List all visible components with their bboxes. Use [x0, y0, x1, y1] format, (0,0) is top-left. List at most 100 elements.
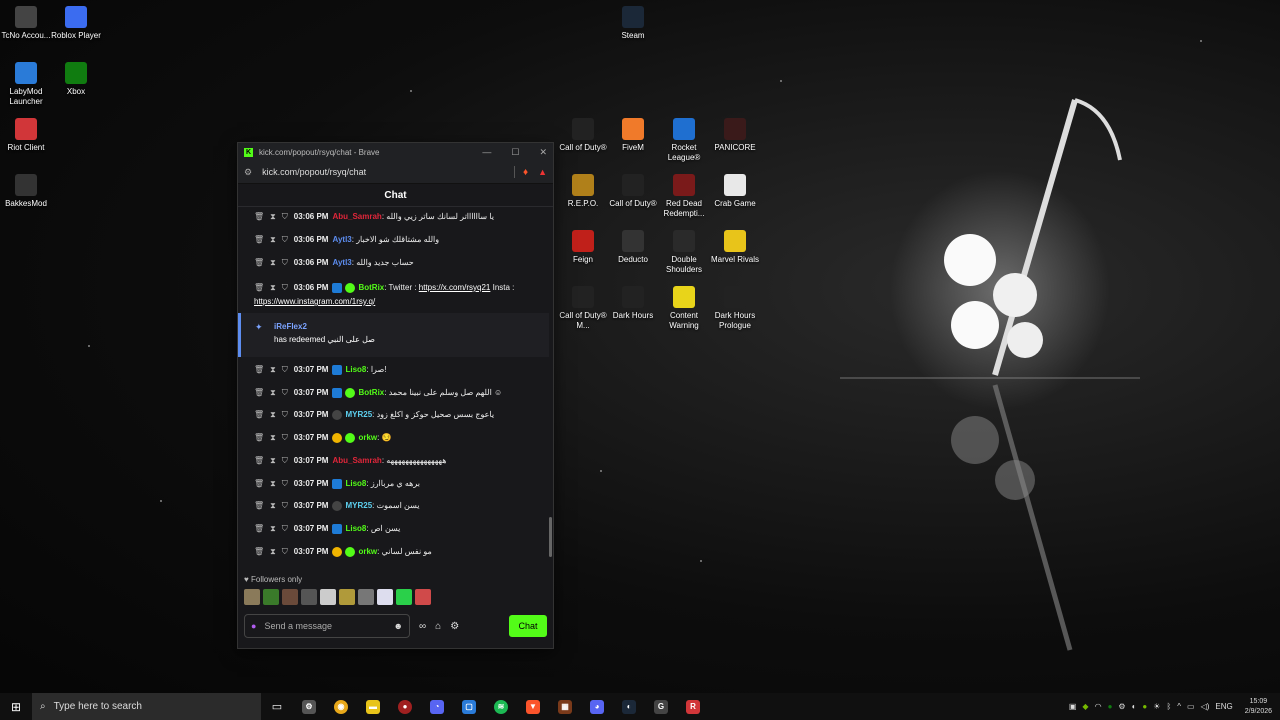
- message-username[interactable]: Liso8: [345, 479, 366, 488]
- desktop-icon[interactable]: Double Shoulders: [658, 230, 710, 275]
- emote-button[interactable]: [320, 589, 336, 605]
- maximize-icon[interactable]: ☐: [511, 147, 519, 158]
- message-placeholder[interactable]: Send a message: [264, 621, 332, 631]
- delete-message-icon[interactable]: 🗑: [254, 258, 264, 267]
- record-app-icon[interactable]: ●: [389, 693, 421, 720]
- brave-popup-window[interactable]: K kick.com/popout/rsyq/chat - Brave — ☐ …: [237, 142, 554, 649]
- message-username[interactable]: BotRix: [358, 283, 384, 292]
- emote-button[interactable]: [282, 589, 298, 605]
- desktop-icon[interactable]: LabyMod Launcher: [0, 62, 52, 107]
- delete-message-icon[interactable]: 🗑: [254, 433, 264, 442]
- ban-icon[interactable]: ⛉: [282, 433, 288, 442]
- timeout-icon[interactable]: ⧗: [270, 388, 276, 397]
- emote-button[interactable]: [415, 589, 431, 605]
- url-text[interactable]: kick.com/popout/rsyq/chat: [262, 167, 366, 177]
- chat-send-button[interactable]: Chat: [509, 615, 547, 637]
- timeout-icon[interactable]: ⧗: [270, 501, 276, 510]
- nvidia-icon[interactable]: ◆: [1082, 702, 1088, 711]
- desktop-icon[interactable]: R.E.P.O.: [557, 174, 609, 209]
- desktop-icon[interactable]: FiveM: [607, 118, 659, 153]
- delete-message-icon[interactable]: 🗑: [254, 547, 264, 556]
- message-username[interactable]: Aytl3: [332, 235, 351, 244]
- address-bar[interactable]: ⚙ kick.com/popout/rsyq/chat ♦ ▲: [238, 161, 553, 184]
- emote-bar[interactable]: [244, 589, 431, 605]
- emote-button[interactable]: [244, 589, 260, 605]
- timeout-icon[interactable]: ⧗: [270, 547, 276, 556]
- app-window-icon[interactable]: ▢: [453, 693, 485, 720]
- message-input[interactable]: ● Send a message ☻: [244, 614, 410, 638]
- minimize-icon[interactable]: —: [482, 147, 491, 158]
- message-link[interactable]: https://www.instagram.com/1rsy.q/: [254, 297, 375, 306]
- riot-taskbar-icon[interactable]: R: [677, 693, 709, 720]
- desktop-icon[interactable]: PANICORE: [709, 118, 761, 153]
- delete-message-icon[interactable]: 🗑: [254, 410, 264, 419]
- desktop-icon[interactable]: Call of Duty®: [557, 118, 609, 153]
- desktop-icon[interactable]: Riot Client: [0, 118, 52, 153]
- discord-icon[interactable]: ◕: [581, 693, 613, 720]
- desktop-icon[interactable]: Deducto: [607, 230, 659, 265]
- volume-icon[interactable]: ◁): [1201, 702, 1210, 711]
- brightness-icon[interactable]: ☀: [1153, 702, 1160, 711]
- timeout-icon[interactable]: ⧗: [270, 283, 276, 292]
- desktop-icon[interactable]: Steam: [607, 6, 659, 41]
- delete-message-icon[interactable]: 🗑: [254, 524, 264, 533]
- ban-icon[interactable]: ⛉: [282, 212, 288, 221]
- steam-taskbar-icon[interactable]: ◐: [613, 693, 645, 720]
- message-username[interactable]: Liso8: [345, 524, 366, 533]
- emote-button[interactable]: [263, 589, 279, 605]
- search-placeholder[interactable]: Type here to search: [54, 701, 142, 712]
- chrome-icon[interactable]: ◉: [325, 693, 357, 720]
- steam-tray-icon[interactable]: ◐: [1132, 702, 1137, 711]
- delete-message-icon[interactable]: 🗑: [254, 283, 264, 292]
- bluetooth-icon[interactable]: ᛒ: [1166, 702, 1171, 711]
- settings-app-icon[interactable]: ⚙: [293, 693, 325, 720]
- desktop-icon[interactable]: Roblox Player: [50, 6, 102, 41]
- discord-active-icon[interactable]: ◔: [421, 693, 453, 720]
- ban-icon[interactable]: ⛉: [282, 258, 288, 267]
- microphone-icon[interactable]: ●: [251, 621, 256, 631]
- delete-message-icon[interactable]: 🗑: [254, 456, 264, 465]
- desktop-icon[interactable]: Call of Duty®: [607, 174, 659, 209]
- ban-icon[interactable]: ⛉: [282, 283, 288, 292]
- desktop-icon[interactable]: Call of Duty® M...: [557, 286, 609, 331]
- timeout-icon[interactable]: ⧗: [270, 456, 276, 465]
- timeout-icon[interactable]: ⧗: [270, 235, 276, 244]
- ban-icon[interactable]: ⛉: [282, 235, 288, 244]
- headset-icon[interactable]: ◠: [1095, 702, 1102, 711]
- emote-button[interactable]: [358, 589, 374, 605]
- desktop-icon[interactable]: BakkesMod: [0, 174, 52, 209]
- desktop-icon[interactable]: Marvel Rivals: [709, 230, 761, 265]
- desktop-icon[interactable]: Crab Game: [709, 174, 761, 209]
- ban-icon[interactable]: ⛉: [282, 479, 288, 488]
- emote-button[interactable]: [339, 589, 355, 605]
- brave-rewards-icon[interactable]: ▲: [538, 167, 547, 177]
- tray-app-icon[interactable]: ▣: [1069, 702, 1077, 711]
- desktop-icon[interactable]: Dark Hours Prologue: [709, 286, 761, 331]
- redeem-user[interactable]: iReFlex2: [274, 322, 307, 331]
- ban-icon[interactable]: ⛉: [282, 410, 288, 419]
- chat-scrollbar[interactable]: [549, 517, 552, 557]
- close-icon[interactable]: ✕: [539, 147, 547, 158]
- brave-shields-icon[interactable]: ♦: [523, 167, 528, 178]
- chevron-up-icon[interactable]: ^: [1177, 702, 1181, 711]
- timeout-icon[interactable]: ⧗: [270, 410, 276, 419]
- message-username[interactable]: Aytl3: [332, 258, 351, 267]
- desktop-icon[interactable]: Feign: [557, 230, 609, 265]
- message-username[interactable]: orkw: [358, 547, 377, 556]
- message-username[interactable]: Abu_Samrah: [332, 456, 381, 465]
- task-view-icon[interactable]: ▭: [261, 693, 293, 720]
- message-link[interactable]: https://x.com/rsyq21: [419, 283, 491, 292]
- timeout-icon[interactable]: ⧗: [270, 433, 276, 442]
- ban-icon[interactable]: ⛉: [282, 501, 288, 510]
- ban-icon[interactable]: ⛉: [282, 388, 288, 397]
- message-username[interactable]: MYR25: [345, 501, 372, 510]
- window-titlebar[interactable]: K kick.com/popout/rsyq/chat - Brave — ☐ …: [238, 143, 553, 161]
- emote-button[interactable]: [396, 589, 412, 605]
- points-icon[interactable]: ∞: [419, 621, 426, 632]
- g-app-icon[interactable]: G: [645, 693, 677, 720]
- delete-message-icon[interactable]: 🗑: [254, 365, 264, 374]
- delete-message-icon[interactable]: 🗑: [254, 388, 264, 397]
- delete-message-icon[interactable]: 🗑: [254, 501, 264, 510]
- message-username[interactable]: Abu_Samrah: [332, 212, 381, 221]
- emote-button[interactable]: [301, 589, 317, 605]
